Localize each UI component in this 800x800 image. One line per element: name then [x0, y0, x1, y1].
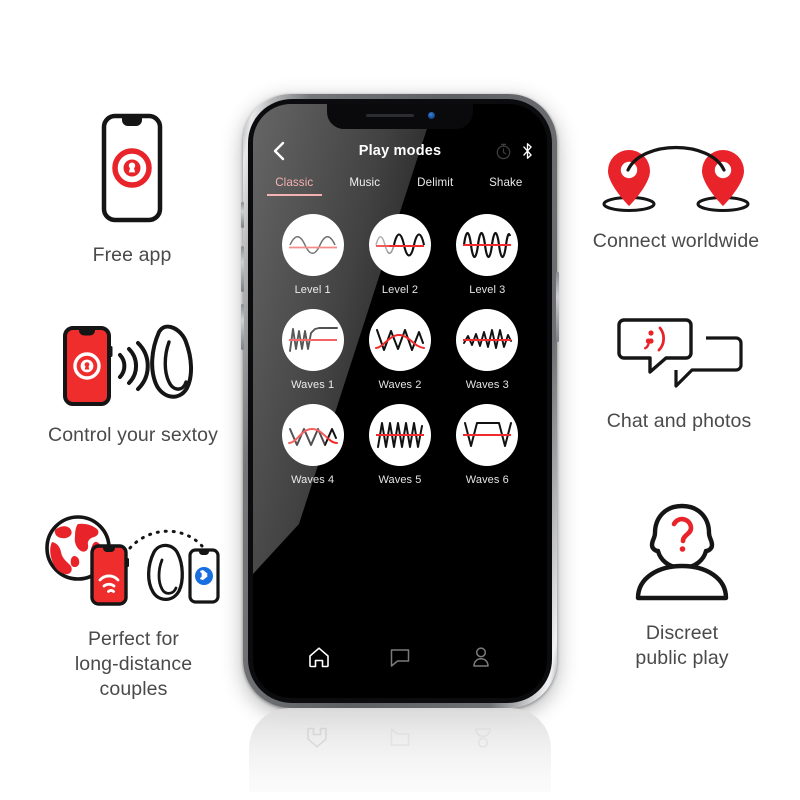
waveform-level-2-icon — [375, 233, 426, 257]
mode-label: Waves 4 — [291, 474, 335, 486]
mode-item-waves-2[interactable]: Waves 2 — [356, 309, 443, 391]
waveform-waves-2-icon — [374, 329, 425, 351]
mode-disc — [456, 214, 519, 276]
earpiece-speaker-icon — [365, 113, 414, 118]
mode-item-waves-5[interactable]: Waves 5 — [356, 404, 443, 486]
volume-up-button[interactable] — [241, 246, 244, 292]
mode-label: Level 2 — [381, 284, 419, 296]
volume-down-button[interactable] — [241, 304, 244, 350]
feature-chat-label: Chat and photos — [606, 410, 752, 432]
app-header: Play modes — [253, 134, 547, 168]
waveform-waves-4-icon — [287, 427, 338, 446]
bluetooth-icon[interactable] — [522, 142, 533, 160]
mute-switch[interactable] — [241, 202, 244, 228]
mode-disc — [281, 214, 344, 276]
profile-icon — [472, 647, 489, 667]
reflected-profile-icon — [469, 724, 497, 752]
feature-connect-label: Connect worldwide — [592, 230, 760, 252]
front-camera-icon — [427, 112, 435, 119]
mode-item-waves-6[interactable]: Waves 6 — [444, 404, 531, 486]
feature-long-distance-label: Perfect for long-distance couples — [74, 628, 193, 700]
mode-item-waves-3[interactable]: Waves 3 — [444, 309, 531, 391]
mode-item-waves-1[interactable]: Waves 1 — [269, 309, 356, 391]
two-speech-bubbles-wink-icon — [614, 316, 744, 395]
feature-free-app-label: Free app — [92, 244, 172, 266]
mode-disc — [368, 214, 431, 276]
tab-delimit[interactable]: Delimit — [400, 176, 471, 196]
app-screen: Play modes Classic Music Delimit Shake L… — [253, 104, 547, 698]
tab-shake[interactable]: Shake — [471, 176, 542, 196]
feature-control-label: Control your sextoy — [48, 424, 218, 446]
tab-classic[interactable]: Classic — [259, 176, 330, 196]
reflection-nav-icons — [249, 724, 551, 752]
power-button[interactable] — [556, 272, 559, 342]
feature-control-sextoy: Control your sextoy — [16, 322, 250, 448]
mode-disc — [368, 404, 431, 466]
mode-label: Level 3 — [469, 284, 506, 296]
mode-item-level-3[interactable]: Level 3 — [444, 214, 531, 296]
waveform-level-1-icon — [288, 236, 337, 254]
home-icon — [309, 647, 330, 668]
mode-item-level-2[interactable]: Level 2 — [356, 214, 443, 296]
mode-tabs: Classic Music Delimit Shake — [253, 176, 547, 196]
nav-profile-button[interactable] — [467, 643, 495, 671]
reflected-home-icon — [303, 724, 331, 752]
phone-with-app-badge-icon — [100, 112, 164, 229]
nav-chat-button[interactable] — [386, 643, 414, 671]
feature-discreet-play: Discreet public play — [600, 498, 764, 671]
phone-signal-toy-icon — [33, 322, 233, 413]
waveform-waves-1-icon — [288, 327, 338, 352]
mode-disc — [456, 404, 519, 466]
mode-disc — [281, 404, 344, 466]
mode-label: Waves 6 — [465, 474, 509, 486]
globe-phone-toy-bluetooth-icon — [34, 512, 234, 613]
feature-discreet-label: Discreet public play — [635, 622, 729, 669]
mode-disc — [368, 309, 431, 371]
mode-disc — [456, 309, 519, 371]
promo-graphic: Free app Control your sextoy Perfect for… — [0, 0, 800, 800]
waveform-level-3-icon — [463, 231, 512, 259]
reflected-chat-icon — [386, 724, 414, 752]
mode-item-waves-4[interactable]: Waves 4 — [269, 404, 356, 486]
anonymous-person-question-icon — [622, 498, 742, 607]
mode-label: Waves 5 — [378, 474, 422, 486]
mode-label: Level 1 — [294, 284, 331, 296]
feature-free-app: Free app — [42, 112, 222, 268]
header-icon-group — [495, 142, 533, 160]
feature-chat-photos: Chat and photos — [590, 316, 768, 434]
phone-mockup: Play modes Classic Music Delimit Shake L… — [241, 94, 559, 708]
mode-label: Waves 1 — [291, 379, 335, 391]
chat-icon — [390, 649, 410, 667]
chevron-left-icon — [273, 141, 284, 161]
feature-connect-worldwide: Connect worldwide — [576, 142, 776, 254]
timer-icon[interactable] — [495, 143, 512, 160]
tab-music[interactable]: Music — [330, 176, 401, 196]
bottom-navigation — [253, 632, 547, 698]
waveform-waves-5-icon — [375, 422, 424, 448]
phone-notch — [327, 104, 473, 129]
mode-label: Waves 2 — [378, 379, 422, 391]
phone-reflection — [249, 708, 551, 792]
waveform-waves-6-icon — [463, 422, 513, 447]
mode-grid: Level 1 Level 2 Level 3 Waves 1 Waves 2 … — [253, 196, 547, 486]
two-map-pins-arc-icon — [594, 142, 758, 219]
nav-home-button[interactable] — [305, 643, 333, 671]
waveform-waves-3-icon — [463, 329, 513, 349]
phone-screen: Play modes Classic Music Delimit Shake L… — [253, 104, 547, 698]
mode-label: Waves 3 — [465, 379, 509, 391]
mode-disc — [281, 309, 344, 371]
back-button[interactable] — [267, 140, 289, 162]
mode-item-level-1[interactable]: Level 1 — [269, 214, 356, 296]
reflection-body — [249, 708, 551, 792]
feature-long-distance: Perfect for long-distance couples — [26, 512, 241, 702]
